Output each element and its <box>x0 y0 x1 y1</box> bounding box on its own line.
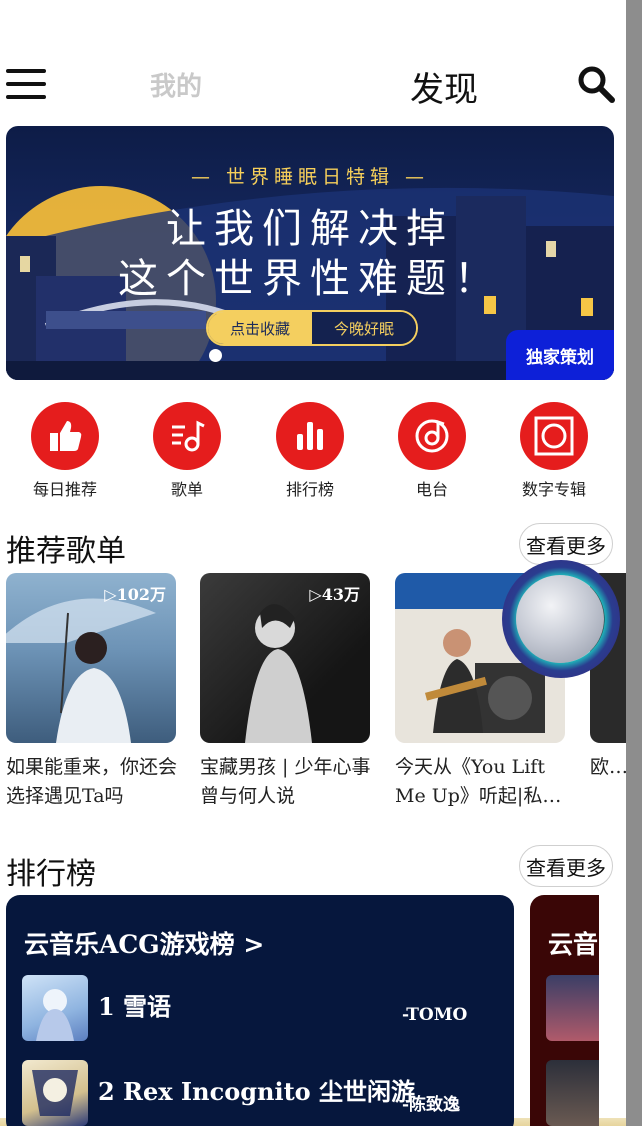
scrollbar[interactable] <box>626 0 642 1126</box>
quick-nav-label: 排行榜 <box>285 480 334 499</box>
quick-nav-label: 数字专辑 <box>521 480 586 499</box>
quick-nav-label: 电台 <box>415 480 448 499</box>
playlists-section-title: 推荐歌单 <box>6 534 126 569</box>
song-thumbnail <box>22 975 88 1041</box>
playlist-note-icon <box>153 402 221 470</box>
banner-subtitle: — 世界睡眠日特辑 — <box>190 166 430 188</box>
floating-player-cover[interactable] <box>516 575 604 663</box>
banner-headline-2: 这个世界性难题！ <box>118 256 502 302</box>
ranking-card-title[interactable]: 云音 <box>548 925 598 961</box>
playlist-cover: ▷43万 <box>200 573 370 743</box>
search-icon[interactable] <box>576 64 616 104</box>
sleep-button[interactable]: 今晚好眠 <box>312 312 416 344</box>
tab-mine[interactable]: 我的 <box>150 66 202 103</box>
quick-nav-playlist[interactable]: 歌单 <box>142 402 232 500</box>
playlist-card[interactable]: ▷102万 如果能重来，你还会选择遇见Ta吗 <box>6 573 178 811</box>
banner-tag: 独家策划 <box>506 330 614 380</box>
play-count: ▷102万 <box>104 585 166 604</box>
song-thumbnail <box>546 975 599 1041</box>
ranking-card[interactable]: 云音 <box>530 895 599 1126</box>
banner-pill[interactable]: 点击收藏 今晚好眠 <box>206 310 418 346</box>
song-name: 1 雪语 <box>98 992 172 1021</box>
radio-disc-icon <box>398 402 466 470</box>
quick-nav-label: 歌单 <box>170 480 203 499</box>
song-thumbnail <box>546 1060 599 1126</box>
quick-nav-radio[interactable]: 电台 <box>387 402 477 500</box>
quick-nav-ranking[interactable]: 排行榜 <box>265 402 355 500</box>
quick-nav-album[interactable]: 数字专辑 <box>509 402 599 500</box>
song-thumbnail <box>22 1060 88 1126</box>
playlist-cover: ▷102万 <box>6 573 176 743</box>
thumbs-up-icon <box>31 402 99 470</box>
carousel-indicator[interactable] <box>209 349 222 362</box>
quick-nav-label: 每日推荐 <box>32 480 97 499</box>
playlist-title: 如果能重来，你还会选择遇见Ta吗 <box>6 756 178 807</box>
album-icon <box>520 402 588 470</box>
ranking-row[interactable]: 1 雪语 -TOMO <box>22 975 502 1045</box>
song-name: 2 Rex Incognito 尘世闲游 <box>98 1077 416 1106</box>
playlist-title: 今天从《You Lift Me Up》听起|私… <box>395 756 562 807</box>
collect-button[interactable]: 点击收藏 <box>208 312 312 344</box>
ranking-more-button[interactable]: 查看更多 <box>519 845 613 887</box>
ranking-section-title: 排行榜 <box>6 857 96 892</box>
bar-chart-icon <box>276 402 344 470</box>
ranking-card[interactable]: 云音乐ACG游戏榜 > 1 雪语 -TOMO 2 Rex Incognito 尘… <box>6 895 514 1126</box>
ranking-card-title[interactable]: 云音乐ACG游戏榜 > <box>24 925 264 961</box>
quick-nav: 每日推荐 歌单 排行榜 电台 数字专辑 <box>0 402 626 502</box>
menu-icon[interactable] <box>6 67 46 101</box>
tab-discover[interactable]: 发现 <box>410 62 478 111</box>
ranking-row[interactable]: 2 Rex Incognito 尘世闲游 -陈致逸 <box>22 1060 502 1126</box>
playlist-title: 宝藏男孩 | 少年心事曾与何人说 <box>200 756 371 807</box>
song-artist: -TOMO <box>402 1005 468 1025</box>
playlist-title: 欧… <box>590 756 626 778</box>
quick-nav-daily[interactable]: 每日推荐 <box>20 402 110 500</box>
playlist-card[interactable]: ▷43万 宝藏男孩 | 少年心事曾与何人说 <box>200 573 370 811</box>
playlists-more-button[interactable]: 查看更多 <box>519 523 613 565</box>
play-count: ▷43万 <box>309 585 360 604</box>
song-artist: -陈致逸 <box>402 1095 461 1115</box>
promo-banner[interactable]: — 世界睡眠日特辑 — 让我们解决掉 这个世界性难题！ 点击收藏 今晚好眠 独家… <box>6 126 614 380</box>
top-header: 我的 发现 <box>0 58 626 112</box>
